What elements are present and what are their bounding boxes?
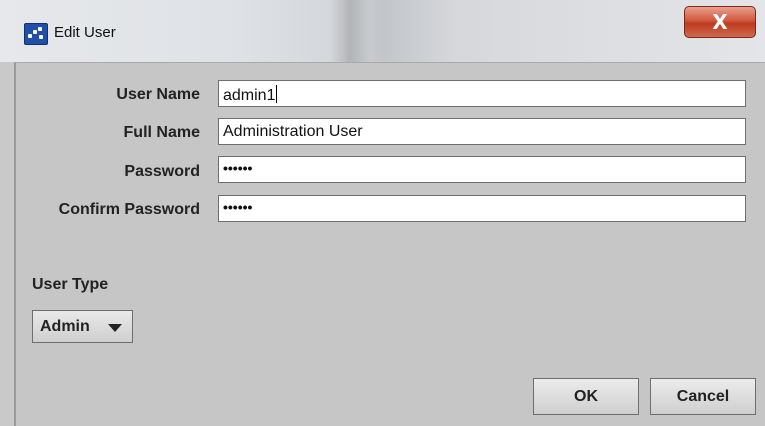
ok-button[interactable]: OK (533, 378, 639, 415)
window-title: Edit User (54, 24, 116, 41)
password-label: Password (124, 163, 200, 180)
confirm-password-field[interactable]: •••••• (218, 195, 746, 222)
confirm-password-value: •••••• (223, 199, 253, 215)
user-name-field[interactable]: admin1 (218, 80, 746, 107)
password-value: •••••• (223, 160, 253, 176)
full-name-label: Full Name (123, 124, 200, 141)
title-bar[interactable]: Edit User X (0, 0, 765, 62)
user-name-value: admin1 (223, 87, 276, 104)
full-name-field[interactable]: Administration User (218, 118, 746, 145)
dialog-content (14, 62, 765, 426)
app-icon (24, 23, 48, 45)
user-type-selected: Admin (40, 318, 90, 335)
user-type-label: User Type (32, 276, 109, 293)
user-name-label: User Name (116, 86, 200, 103)
close-button[interactable]: X (684, 6, 756, 38)
chevron-down-icon (108, 324, 122, 332)
password-field[interactable]: •••••• (218, 156, 746, 183)
edit-user-dialog: Edit User X User Name admin1 Full Name A… (0, 0, 765, 426)
text-caret (276, 85, 278, 103)
close-icon: X (712, 10, 728, 34)
full-name-value: Administration User (223, 123, 363, 140)
user-type-dropdown[interactable]: Admin (32, 310, 133, 343)
confirm-password-label: Confirm Password (58, 201, 200, 218)
cancel-button[interactable]: Cancel (650, 378, 756, 415)
